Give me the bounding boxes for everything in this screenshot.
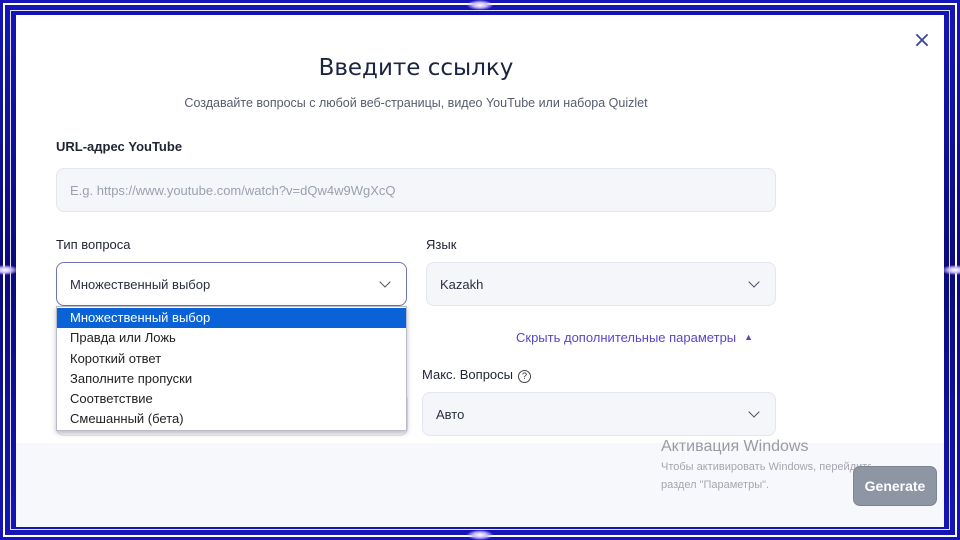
max-questions-select[interactable]: Авто	[422, 392, 776, 436]
chevron-down-icon	[748, 406, 760, 418]
question-type-dropdown: Множественный выбор Правда или Ложь Коро…	[56, 306, 407, 431]
advanced-toggle-label: Скрыть дополнительные параметры	[516, 330, 737, 345]
max-questions-label-text: Макс. Вопросы	[422, 367, 514, 382]
language-label: Язык	[426, 237, 457, 252]
url-field-label: URL-адрес YouTube	[56, 139, 183, 154]
language-select[interactable]: Kazakh	[426, 262, 776, 306]
max-questions-selected: Авто	[436, 406, 465, 422]
question-type-select[interactable]: Множественный выбор	[56, 262, 407, 306]
windows-activation-title: Активация Windows	[661, 438, 809, 455]
youtube-url-input[interactable]	[56, 168, 776, 212]
frame-glow-top	[467, 0, 493, 10]
modal-subtitle: Создавайте вопросы с любой веб-страницы,…	[184, 96, 648, 110]
close-icon[interactable]: ×	[912, 30, 932, 52]
question-type-option[interactable]: Короткий ответ	[57, 349, 406, 369]
question-type-option[interactable]: Смешанный (бета)	[57, 409, 406, 429]
question-type-selected: Множественный выбор	[70, 276, 211, 292]
chevron-down-icon	[379, 276, 391, 288]
max-questions-label: Макс. Вопросы?	[422, 367, 532, 383]
question-type-label: Тип вопроса	[56, 237, 131, 252]
language-selected: Kazakh	[440, 276, 484, 292]
windows-activation-line1: Чтобы активировать Windows, перейдите	[661, 461, 871, 473]
question-type-option[interactable]: Соответствие	[57, 389, 406, 409]
chevron-up-icon: ▲	[744, 332, 754, 342]
frame-glow-bottom	[467, 530, 493, 540]
help-icon[interactable]: ?	[518, 370, 532, 383]
enter-link-modal: × Введите ссылку Создавайте вопросы с лю…	[16, 15, 944, 527]
question-type-option[interactable]: Множественный выбор	[57, 308, 406, 329]
question-type-option[interactable]: Заполните пропуски	[57, 369, 406, 389]
windows-activation-line2: раздел "Параметры".	[661, 479, 770, 491]
chevron-down-icon	[748, 276, 760, 288]
hide-advanced-options-link[interactable]: Скрыть дополнительные параметры ▲	[516, 330, 753, 345]
question-type-option[interactable]: Правда или Ложь	[57, 328, 406, 348]
modal-title: Введите ссылку	[318, 55, 514, 81]
generate-button[interactable]: Generate	[853, 466, 937, 506]
